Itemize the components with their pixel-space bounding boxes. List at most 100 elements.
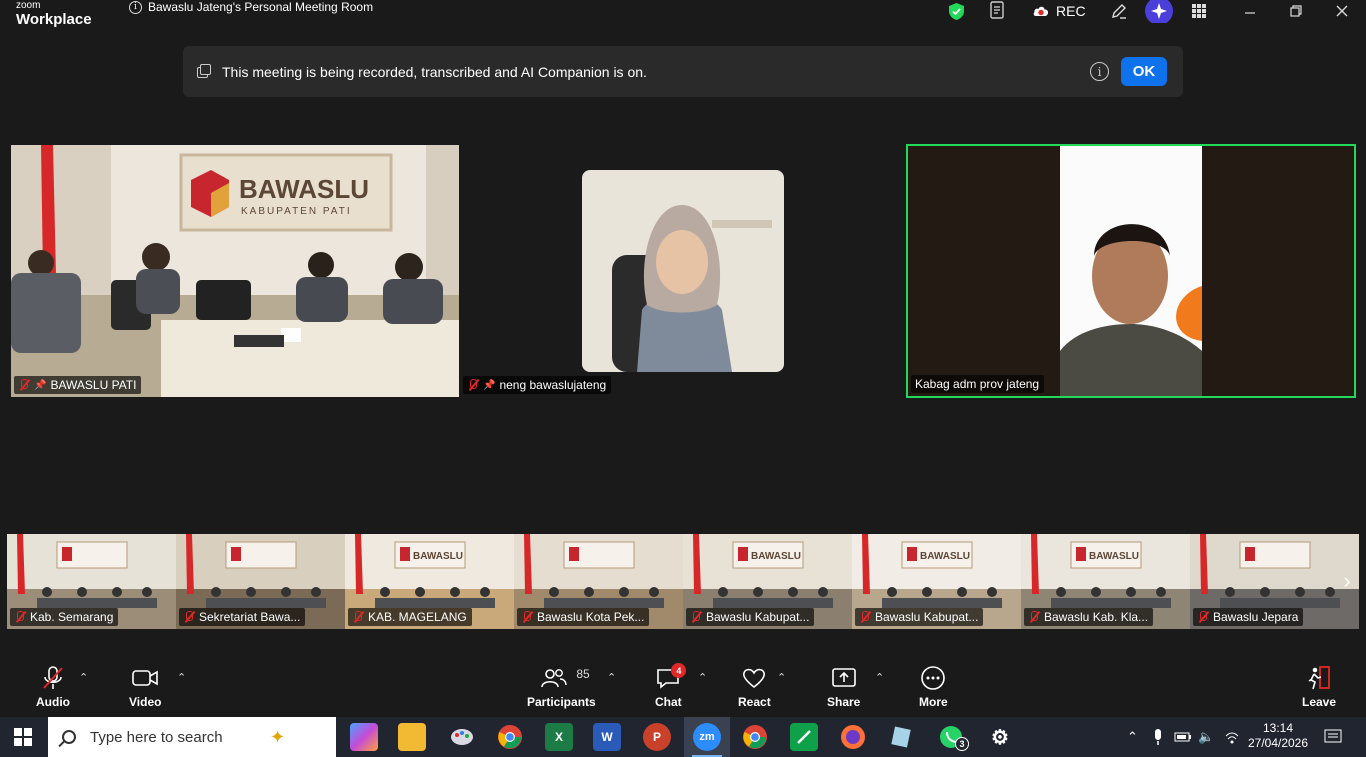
search-icon: [62, 730, 76, 744]
pin-icon: 📌: [34, 379, 47, 391]
show-hidden-icons-chevron-icon[interactable]: ⌃: [1127, 717, 1138, 757]
participant-name: Sekretariat Bawa...: [199, 610, 301, 624]
leave-label: Leave: [1302, 695, 1337, 709]
minimize-icon[interactable]: [1243, 0, 1257, 22]
encryption-shield-icon[interactable]: [948, 0, 965, 22]
leave-icon: [1306, 665, 1332, 691]
participant-name: Bawaslu Kabupat...: [875, 610, 979, 624]
file-explorer-icon[interactable]: [398, 723, 426, 751]
filmstrip-tile[interactable]: BAWASLU KAB. MAGELANG: [345, 534, 514, 629]
powerpoint-icon[interactable]: P: [643, 723, 671, 751]
muted-mic-icon: [521, 611, 533, 623]
filmstrip-tile[interactable]: Sekretariat Bawa...: [176, 534, 345, 629]
leave-button[interactable]: Leave: [1302, 665, 1336, 709]
annotate-pencil-icon[interactable]: [1110, 0, 1128, 22]
audio-options-chevron-icon[interactable]: ⌃: [79, 671, 88, 684]
audio-button[interactable]: Audio: [36, 665, 70, 709]
wifi-icon[interactable]: [1224, 717, 1240, 757]
paint-icon[interactable]: [448, 723, 476, 751]
filmstrip-tile[interactable]: Bawaslu Kota Pek...: [514, 534, 683, 629]
participants-label: Participants: [527, 695, 596, 709]
filmstrip-tile[interactable]: Kab. Semarang: [7, 534, 176, 629]
participant-name-tag: 📌 BAWASLU PATI: [14, 376, 142, 394]
chat-button[interactable]: 4 Chat: [655, 663, 687, 709]
battery-icon[interactable]: [1174, 717, 1192, 757]
search-highlight-icon: ✦: [270, 727, 286, 747]
more-button[interactable]: More: [919, 665, 948, 709]
pin-icon: 📌: [483, 379, 496, 391]
info-icon[interactable]: i: [1090, 62, 1109, 81]
next-page-chevron-icon[interactable]: ›: [1336, 564, 1358, 598]
ok-button[interactable]: OK: [1121, 57, 1167, 86]
muted-mic-icon: [352, 611, 364, 623]
participant-name-tag: Sekretariat Bawa...: [179, 608, 306, 626]
firefox-icon[interactable]: [839, 723, 867, 751]
react-button[interactable]: React: [738, 665, 771, 709]
settings-gear-icon[interactable]: ⚙: [986, 723, 1014, 751]
microphone-tray-icon[interactable]: [1152, 717, 1164, 757]
muted-mic-icon: [14, 611, 26, 623]
filmstrip-sign: BAWASLU: [751, 551, 801, 562]
chat-label: Chat: [655, 695, 682, 709]
react-options-chevron-icon[interactable]: ⌃: [777, 671, 786, 684]
ai-companion-icon[interactable]: [1144, 0, 1174, 23]
muted-mic-icon: [1197, 611, 1209, 623]
filmstrip-sign: BAWASLU: [413, 551, 463, 562]
copilot-icon[interactable]: [350, 723, 378, 751]
notes-app-icon[interactable]: [887, 723, 915, 751]
participants-button[interactable]: 85 Participants: [527, 665, 596, 709]
share-button[interactable]: Share: [827, 665, 860, 709]
chrome-icon[interactable]: [496, 723, 524, 751]
info-icon[interactable]: i: [129, 0, 142, 14]
video-tile-bawaslu-pati[interactable]: BAWASLU KABUPATEN PATI 📌 BAWASLU PATI: [11, 145, 459, 397]
cloud-recording-indicator[interactable]: REC: [1032, 0, 1086, 22]
participant-name: Kabag adm prov jateng: [915, 377, 1040, 391]
muted-mic-icon: [1028, 611, 1040, 623]
camera-icon: [131, 665, 159, 691]
filmstrip-tile[interactable]: BAWASLU Bawaslu Kabupat...: [852, 534, 1021, 629]
muted-mic-icon: [40, 665, 66, 691]
close-icon[interactable]: [1335, 0, 1349, 22]
taskbar-clock[interactable]: 13:14 27/04/2026: [1243, 721, 1313, 751]
filmstrip-tile[interactable]: Bawaslu Jepara: [1190, 534, 1359, 629]
excel-icon[interactable]: X: [545, 723, 573, 751]
video-options-chevron-icon[interactable]: ⌃: [177, 671, 186, 684]
chat-options-chevron-icon[interactable]: ⌃: [698, 671, 707, 684]
participant-name: Kab. Semarang: [30, 610, 114, 624]
filmstrip-tile[interactable]: BAWASLU Bawaslu Kab. Kla...: [1021, 534, 1190, 629]
banner-text: This meeting is being recorded, transcri…: [222, 63, 647, 80]
apps-grid-icon[interactable]: [1191, 0, 1207, 22]
whatsapp-icon[interactable]: 3: [937, 723, 969, 751]
person-video: [582, 170, 784, 372]
meeting-info[interactable]: i Bawaslu Jateng's Personal Meeting Room: [129, 0, 373, 14]
spreadsheet-app-icon[interactable]: [790, 723, 818, 751]
participant-name-tag: Bawaslu Kab. Kla...: [1024, 608, 1154, 626]
clock-time: 13:14: [1262, 721, 1294, 735]
notifications-icon[interactable]: [1324, 717, 1342, 757]
restore-icon[interactable]: [1289, 0, 1303, 22]
share-options-chevron-icon[interactable]: ⌃: [875, 671, 884, 684]
windows-start-icon[interactable]: [14, 728, 32, 746]
zoom-icon[interactable]: zm: [693, 723, 721, 751]
word-icon[interactable]: W: [593, 723, 621, 751]
participant-name: KAB. MAGELANG: [368, 610, 467, 624]
taskbar-search-box[interactable]: Type here to search ✦: [48, 717, 336, 757]
chat-unread-badge: 4: [671, 663, 687, 678]
participant-name: Bawaslu Kota Pek...: [537, 610, 645, 624]
participants-options-chevron-icon[interactable]: ⌃: [607, 671, 616, 684]
muted-mic-icon: [183, 611, 195, 623]
brand-large: Workplace: [16, 11, 92, 28]
video-button[interactable]: Video: [129, 665, 161, 709]
volume-icon[interactable]: 🔈: [1198, 717, 1214, 757]
participant-name: Bawaslu Kab. Kla...: [1044, 610, 1149, 624]
participant-name-tag: Kab. Semarang: [10, 608, 119, 626]
filmstrip-sign: BAWASLU: [920, 551, 970, 562]
filmstrip-tile[interactable]: BAWASLU Bawaslu Kabupat...: [683, 534, 852, 629]
copy-icon: [197, 64, 212, 79]
participant-name: Bawaslu Kabupat...: [706, 610, 810, 624]
notes-icon[interactable]: [989, 0, 1007, 22]
chrome-profile-icon[interactable]: [741, 723, 769, 751]
video-tile-neng-bawaslujateng[interactable]: 📌 neng bawaslujateng: [460, 145, 906, 397]
video-tile-kabag-adm-prov-jateng[interactable]: Kabag adm prov jateng: [906, 144, 1356, 398]
muted-mic-icon: [18, 379, 30, 391]
